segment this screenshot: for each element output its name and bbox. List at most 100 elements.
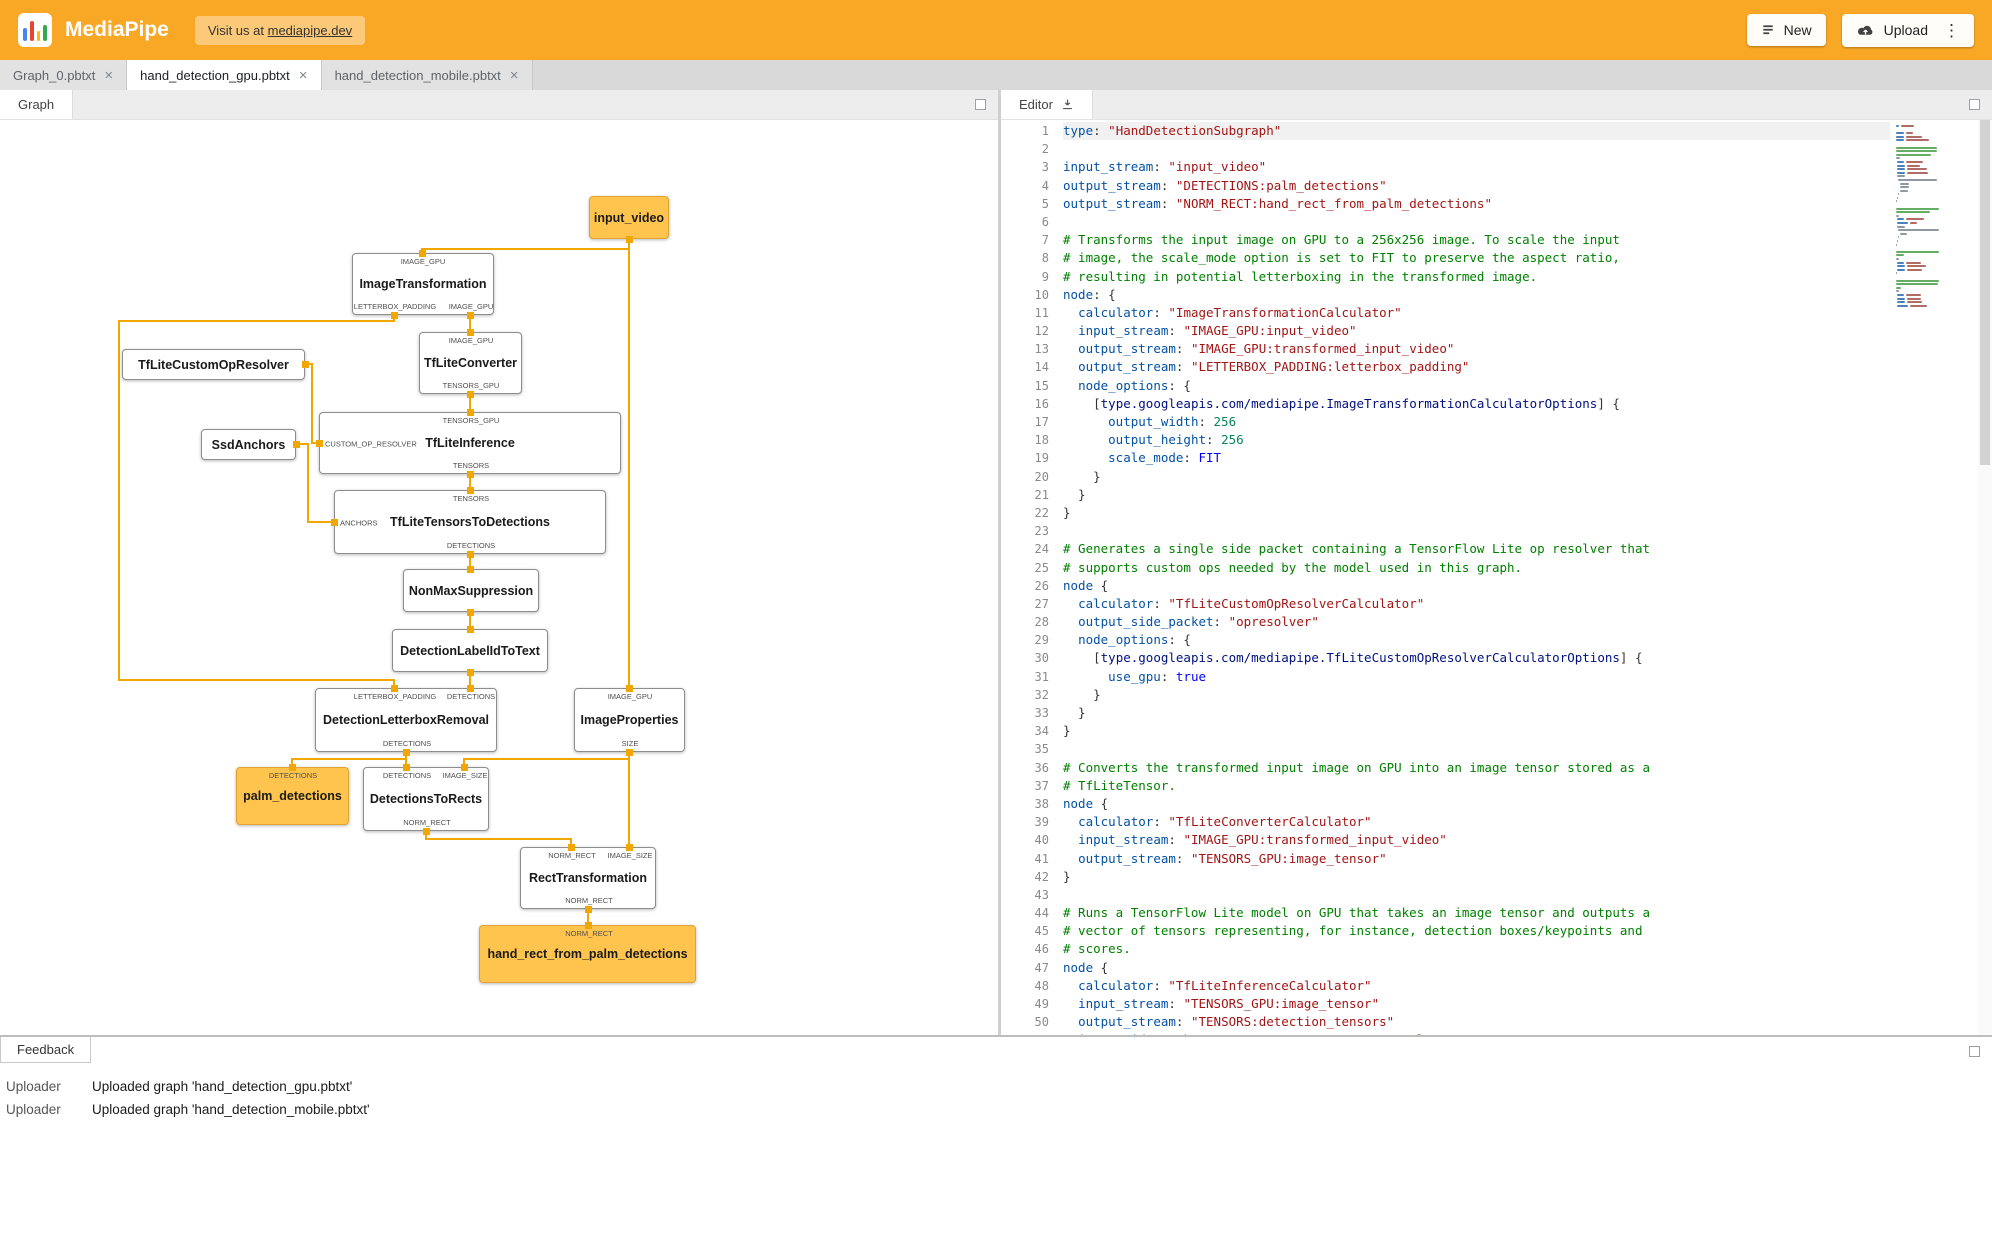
feedback-expand-icon[interactable] bbox=[1969, 1046, 1980, 1057]
port bbox=[402, 763, 410, 771]
code-line[interactable] bbox=[1063, 140, 1890, 158]
code-line[interactable]: # resulting in potential letterboxing in… bbox=[1063, 268, 1890, 286]
code-line[interactable]: # Transforms the input image on GPU to a… bbox=[1063, 231, 1890, 249]
code-line[interactable]: } bbox=[1063, 722, 1890, 740]
graph-node-TfLiteCustomOpResolver[interactable]: TfLiteCustomOpResolver bbox=[122, 349, 305, 380]
upload-menu-kebab-icon[interactable]: ⋮ bbox=[1943, 22, 1960, 39]
editor-scrollbar[interactable] bbox=[1978, 120, 1992, 1035]
feedback-row: Uploader Uploaded graph 'hand_detection_g… bbox=[6, 1075, 1992, 1098]
graph-node-palm_detections[interactable]: palm_detections DETECTIONS bbox=[236, 767, 349, 825]
code-line[interactable]: output_stream: "IMAGE_GPU:transformed_in… bbox=[1063, 340, 1890, 358]
graph-node-TfLiteInference[interactable]: TfLiteInference TENSORS_GPU CUSTOM_OP_RESO… bbox=[319, 412, 621, 474]
code-line[interactable]: # Generates a single side packet contain… bbox=[1063, 540, 1890, 558]
code-line[interactable]: node { bbox=[1063, 795, 1890, 813]
graph-node-DetectionLabelIdToText[interactable]: DetectionLabelIdToText bbox=[392, 629, 548, 672]
code-line[interactable]: scale_mode: FIT bbox=[1063, 449, 1890, 467]
download-icon[interactable] bbox=[1061, 98, 1074, 111]
code-line[interactable] bbox=[1063, 886, 1890, 904]
code-line[interactable]: # Converts the transformed input image o… bbox=[1063, 759, 1890, 777]
code-line[interactable]: node: { bbox=[1063, 286, 1890, 304]
code-line[interactable]: } bbox=[1063, 486, 1890, 504]
code-line[interactable]: output_stream: "DETECTIONS:palm_detectio… bbox=[1063, 177, 1890, 195]
code-line[interactable]: type: "HandDetectionSubgraph" bbox=[1063, 122, 1890, 141]
code-line[interactable]: node_options: { bbox=[1063, 631, 1890, 649]
code-line[interactable]: # TfLiteTensor. bbox=[1063, 777, 1890, 795]
code-line[interactable]: } bbox=[1063, 704, 1890, 722]
code-line[interactable]: calculator: "ImageTransformationCalculat… bbox=[1063, 304, 1890, 322]
code-line[interactable]: input_stream: "TENSORS_GPU:image_tensor" bbox=[1063, 995, 1890, 1013]
graph-canvas[interactable]: input_video ImageTransformation IMAGE_GPU L… bbox=[0, 120, 998, 1035]
code-line[interactable]: output_side_packet: "opresolver" bbox=[1063, 613, 1890, 631]
tab-feedback[interactable]: Feedback bbox=[0, 1037, 92, 1063]
code-line[interactable]: node_options: { bbox=[1063, 377, 1890, 395]
code-line[interactable]: # image, the scale_mode option is set to… bbox=[1063, 249, 1890, 267]
code-line[interactable]: # supports custom ops needed by the mode… bbox=[1063, 559, 1890, 577]
code-line[interactable]: use_gpu: true bbox=[1063, 668, 1890, 686]
code-line[interactable]: output_stream: "LETTERBOX_PADDING:letter… bbox=[1063, 358, 1890, 376]
editor-expand-icon[interactable] bbox=[1969, 99, 1980, 110]
graph-node-ImageProperties[interactable]: ImageProperties IMAGE_GPU SIZE bbox=[574, 688, 685, 752]
graph-node-hand_rect_from_palm_detections[interactable]: hand_rect_from_palm_detections NORM_RECT bbox=[479, 925, 696, 983]
code-line[interactable]: # scores. bbox=[1063, 940, 1890, 958]
code-line[interactable]: input_stream: "IMAGE_GPU:input_video" bbox=[1063, 322, 1890, 340]
code-line[interactable]: output_stream: "TENSORS:detection_tensor… bbox=[1063, 1013, 1890, 1031]
code-line[interactable]: } bbox=[1063, 868, 1890, 886]
code-line[interactable]: output_stream: "TENSORS_GPU:image_tensor… bbox=[1063, 850, 1890, 868]
editor-minimap[interactable] bbox=[1890, 120, 1978, 1035]
code-line[interactable]: # vector of tensors representing, for in… bbox=[1063, 922, 1890, 940]
port-label: DETECTIONS bbox=[382, 739, 432, 748]
graph-node-TfLiteTensorsToDetections[interactable]: TfLiteTensorsToDetections TENSORS ANCHORS D… bbox=[334, 490, 606, 554]
minimap-mark bbox=[1897, 225, 1906, 228]
graph-node-DetectionLetterboxRemoval[interactable]: DetectionLetterboxRemoval LETTERBOX_PADDI… bbox=[315, 688, 497, 752]
code-line[interactable]: # Runs a TensorFlow Lite model on GPU th… bbox=[1063, 904, 1890, 922]
code-line[interactable] bbox=[1063, 213, 1890, 231]
code-line[interactable]: node { bbox=[1063, 577, 1890, 595]
minimap-line bbox=[1896, 254, 1972, 257]
code-line[interactable]: } bbox=[1063, 504, 1890, 522]
code-line[interactable]: output_width: 256 bbox=[1063, 413, 1890, 431]
code-line[interactable]: input_stream: "input_video" bbox=[1063, 158, 1890, 176]
minimap-mark bbox=[1896, 214, 1900, 217]
code-line[interactable]: output_stream: "NORM_RECT:hand_rect_from… bbox=[1063, 195, 1890, 213]
code-line[interactable]: calculator: "TfLiteConverterCalculator" bbox=[1063, 813, 1890, 831]
tab-editor[interactable]: Editor bbox=[1001, 90, 1093, 119]
upload-button[interactable]: Upload ⋮ bbox=[1841, 13, 1974, 47]
graph-node-input_video[interactable]: input_video bbox=[589, 196, 669, 239]
code-line[interactable]: calculator: "TfLiteCustomOpResolverCalcu… bbox=[1063, 595, 1890, 613]
feedback-message: Uploaded graph 'hand_detection_mobile.pb… bbox=[92, 1102, 370, 1117]
code-line[interactable]: } bbox=[1063, 686, 1890, 704]
code-line[interactable] bbox=[1063, 522, 1890, 540]
graph-node-DetectionsToRects[interactable]: DetectionsToRects DETECTIONS IMAGE_SIZE NOR… bbox=[363, 767, 489, 831]
graph-expand-icon[interactable] bbox=[975, 99, 986, 110]
graph-node-SsdAnchors[interactable]: SsdAnchors bbox=[201, 429, 296, 460]
code-line[interactable]: [type.googleapis.com/mediapipe.TfLiteCus… bbox=[1063, 649, 1890, 667]
graph-node-ImageTransformation[interactable]: ImageTransformation IMAGE_GPU LETTERBOX_PA… bbox=[352, 253, 494, 315]
code-line[interactable]: [type.googleapis.com/mediapipe.ImageTran… bbox=[1063, 395, 1890, 413]
code-line[interactable]: input_stream: "IMAGE_GPU:transformed_inp… bbox=[1063, 831, 1890, 849]
tab-close-icon[interactable]: × bbox=[299, 68, 308, 83]
editor-code-area[interactable]: type: "HandDetectionSubgraph" input_strea… bbox=[1063, 120, 1890, 1035]
minimap-mark bbox=[1905, 218, 1925, 221]
code-line[interactable]: node { bbox=[1063, 959, 1890, 977]
minimap-mark bbox=[1898, 236, 1899, 239]
scrollbar-thumb[interactable] bbox=[1980, 120, 1990, 465]
new-button[interactable]: New bbox=[1746, 14, 1826, 46]
graph-node-TfLiteConverter[interactable]: TfLiteConverter IMAGE_GPU TENSORS_GPU bbox=[419, 332, 522, 394]
port bbox=[625, 748, 633, 756]
minimap-mark bbox=[1897, 301, 1906, 304]
code-line[interactable]: calculator: "TfLiteInferenceCalculator" bbox=[1063, 977, 1890, 995]
file-tab-hand_detection_gpu.pbtxt[interactable]: hand_detection_gpu.pbtxt × bbox=[127, 60, 322, 90]
graph-node-NonMaxSuppression[interactable]: NonMaxSuppression bbox=[403, 569, 539, 612]
file-tab-hand_detection_mobile.pbtxt[interactable]: hand_detection_mobile.pbtxt × bbox=[321, 60, 533, 90]
code-line[interactable]: output_height: 256 bbox=[1063, 431, 1890, 449]
port bbox=[584, 921, 592, 929]
code-line[interactable] bbox=[1063, 740, 1890, 758]
code-line[interactable]: } bbox=[1063, 468, 1890, 486]
tab-graph[interactable]: Graph bbox=[0, 90, 74, 119]
graph-node-RectTransformation[interactable]: RectTransformation NORM_RECT IMAGE_SIZE NOR… bbox=[520, 847, 656, 909]
tab-close-icon[interactable]: × bbox=[510, 68, 519, 83]
file-tab-Graph_0.pbtxt[interactable]: Graph_0.pbtxt × bbox=[0, 60, 128, 90]
tab-close-icon[interactable]: × bbox=[104, 68, 113, 83]
mediapipe-dev-link[interactable]: mediapipe.dev bbox=[268, 23, 353, 38]
code-editor[interactable]: 1 2 3 4 5 6 7 8 9 10 11 12 13 14 15 16 17 18 19 20 21 22 23 24 2… bbox=[1001, 120, 1992, 1035]
